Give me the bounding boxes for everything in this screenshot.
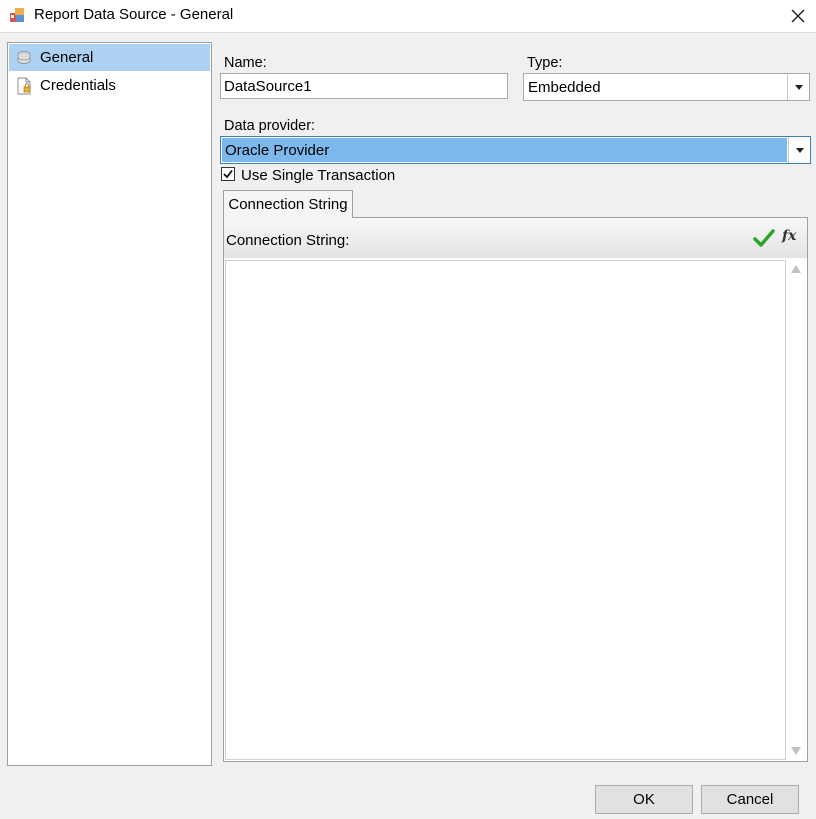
provider-select[interactable]: Oracle Provider <box>220 136 811 164</box>
type-label: Type: <box>527 55 563 71</box>
type-select[interactable]: Embedded <box>523 73 810 101</box>
vertical-scrollbar[interactable] <box>787 260 806 760</box>
scroll-down-arrow-icon[interactable] <box>791 747 801 755</box>
single-transaction-label: Use Single Transaction <box>241 167 396 184</box>
sidebar: General Credentials <box>7 42 212 766</box>
type-value: Embedded <box>528 79 601 96</box>
close-button[interactable] <box>780 0 816 32</box>
expression-fx-icon[interactable]: fx <box>782 228 796 244</box>
sidebar-item-credentials[interactable]: Credentials <box>9 72 210 99</box>
type-dropdown-button[interactable] <box>787 74 809 100</box>
document-lock-icon <box>15 77 33 95</box>
name-input[interactable] <box>220 73 508 99</box>
connection-string-label: Connection String: <box>226 232 350 249</box>
single-transaction-checkbox[interactable] <box>221 167 235 181</box>
provider-value: Oracle Provider <box>225 142 330 159</box>
report-app-icon <box>10 8 24 22</box>
window-title: Report Data Source - General <box>34 6 234 23</box>
tab-connection-string[interactable]: Connection String <box>223 190 353 218</box>
sidebar-item-general[interactable]: General <box>9 44 210 71</box>
provider-label: Data provider: <box>224 118 316 134</box>
ok-button[interactable]: OK <box>595 785 693 814</box>
sidebar-item-label: General <box>40 49 94 66</box>
sidebar-item-label: Credentials <box>40 77 116 94</box>
scroll-up-arrow-icon[interactable] <box>791 265 801 273</box>
chevron-down-icon <box>794 84 803 90</box>
database-icon <box>15 49 33 67</box>
provider-dropdown-button[interactable] <box>788 137 810 163</box>
name-label: Name: <box>224 55 267 71</box>
chevron-down-icon <box>795 147 804 153</box>
checkmark-icon <box>223 169 233 179</box>
connection-string-input[interactable] <box>225 260 786 760</box>
validate-check-icon[interactable] <box>753 228 775 248</box>
close-icon <box>791 9 805 23</box>
cancel-button[interactable]: Cancel <box>701 785 799 814</box>
